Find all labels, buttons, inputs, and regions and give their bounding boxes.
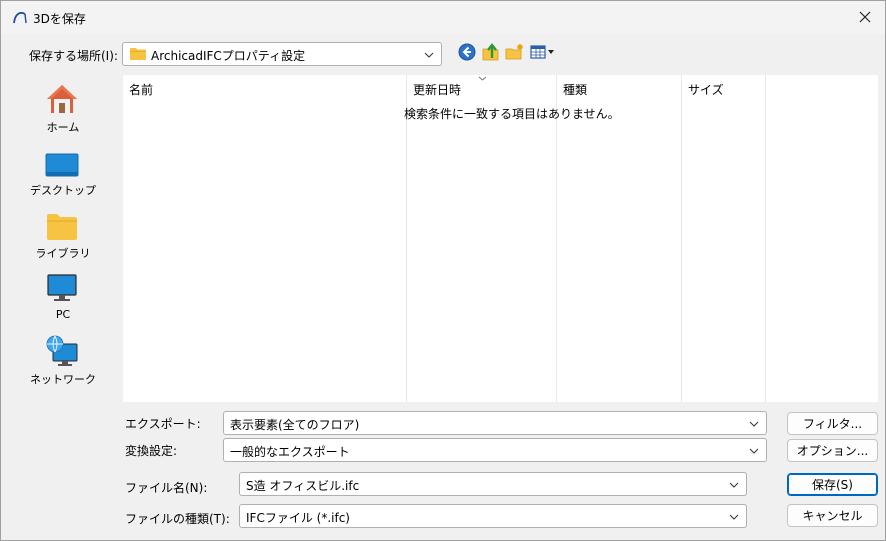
place-label: PC (55, 308, 71, 321)
save-location-value: ArchicadIFCプロパティ設定 (151, 49, 306, 63)
filetype-dropdown[interactable]: IFCファイル (*.ifc) (239, 504, 747, 528)
conversion-value: 一般的なエクスポート (230, 445, 350, 459)
save-3d-dialog: 3Dを保存 保存する場所(I): ArchicadIFCプロパティ設定 ホーム … (0, 0, 886, 541)
export-value: 表示要素(全てのフロア) (230, 418, 360, 432)
close-button[interactable] (851, 5, 879, 29)
place-label: ホーム (46, 121, 80, 134)
folder-icon (130, 48, 146, 60)
column-header-size[interactable]: サイズ (682, 75, 766, 101)
save-button[interactable]: 保存(S) (787, 473, 878, 496)
column-header-type[interactable]: 種類 (557, 75, 682, 101)
place-label: デスクトップ (30, 184, 96, 197)
cancel-button[interactable]: キャンセル (787, 504, 878, 527)
chevron-down-icon (749, 448, 759, 454)
place-network[interactable]: ネットワーク (9, 328, 117, 388)
column-header-name[interactable]: 名前 (123, 75, 406, 101)
places-bar: ホーム デスクトップ ライブラリ PC ネットワーク (9, 76, 117, 402)
window-title: 3Dを保存 (33, 12, 86, 26)
place-label: ライブラリ (35, 247, 91, 260)
save-location-dropdown[interactable]: ArchicadIFCプロパティ設定 (122, 42, 442, 66)
export-label: エクスポート: (125, 417, 201, 431)
desktop-icon (45, 153, 79, 177)
place-desktop[interactable]: デスクトップ (9, 139, 117, 199)
place-label: ネットワーク (30, 373, 96, 386)
filter-button[interactable]: フィルタ... (787, 412, 878, 435)
chevron-down-icon (749, 421, 759, 427)
chevron-down-icon (729, 482, 739, 488)
column-divider[interactable] (765, 75, 766, 402)
library-folder-icon (47, 214, 77, 240)
back-icon[interactable] (457, 42, 477, 62)
options-button[interactable]: オプション... (787, 439, 878, 462)
place-home[interactable]: ホーム (9, 76, 117, 136)
empty-list-message: 検索条件に一致する項目はありません。 (404, 107, 620, 121)
file-list[interactable]: 名前 更新日時 種類 サイズ 検索条件に一致する項目はありません。 (123, 75, 878, 402)
save-location-label: 保存する場所(I): (29, 49, 118, 63)
conversion-label: 変換設定: (125, 444, 178, 458)
filename-label: ファイル名(N): (125, 481, 208, 495)
close-icon (859, 11, 871, 23)
column-divider[interactable] (556, 75, 557, 402)
column-divider[interactable] (681, 75, 682, 402)
filetype-value: IFCファイル (*.ifc) (246, 511, 350, 525)
home-icon (47, 85, 77, 113)
network-icon (46, 335, 78, 366)
place-library[interactable]: ライブラリ (9, 202, 117, 262)
place-pc[interactable]: PC (9, 265, 117, 325)
filename-value: S造 オフィスビル.ifc (246, 479, 360, 493)
title-bar: 3Dを保存 (1, 1, 885, 34)
new-folder-icon[interactable] (505, 42, 525, 62)
pc-monitor-icon (47, 274, 77, 301)
column-divider[interactable] (406, 75, 407, 402)
chevron-down-icon (729, 514, 739, 520)
conversion-dropdown[interactable]: 一般的なエクスポート (223, 438, 767, 462)
archicad-logo-icon (13, 11, 27, 24)
chevron-down-icon (424, 52, 434, 58)
column-header-modified[interactable]: 更新日時 (407, 75, 556, 101)
filetype-label: ファイルの種類(T): (125, 512, 230, 526)
export-dropdown[interactable]: 表示要素(全てのフロア) (223, 411, 767, 435)
up-folder-icon[interactable] (481, 42, 501, 62)
view-menu-icon[interactable] (529, 42, 557, 62)
filename-input[interactable]: S造 オフィスビル.ifc (239, 472, 747, 496)
